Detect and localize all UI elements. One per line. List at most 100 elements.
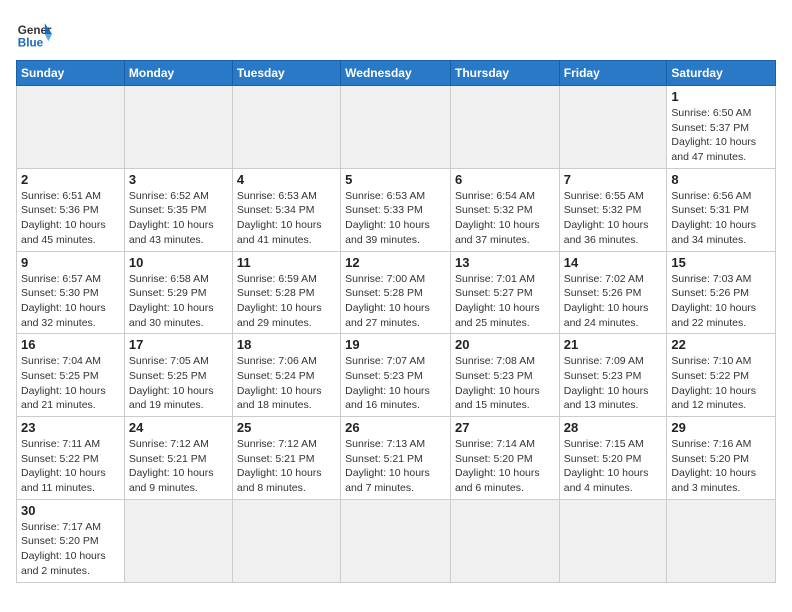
day-info: Sunrise: 6:53 AMSunset: 5:33 PMDaylight:…	[345, 189, 446, 248]
calendar-week-5: 23 Sunrise: 7:11 AMSunset: 5:22 PMDayligh…	[17, 417, 776, 500]
day-number: 25	[237, 420, 336, 435]
calendar-cell: 2 Sunrise: 6:51 AMSunset: 5:36 PMDaylight…	[17, 168, 125, 251]
calendar-cell: 4 Sunrise: 6:53 AMSunset: 5:34 PMDaylight…	[232, 168, 340, 251]
day-number: 9	[21, 255, 120, 270]
day-info: Sunrise: 6:58 AMSunset: 5:29 PMDaylight:…	[129, 272, 228, 331]
calendar-cell: 23 Sunrise: 7:11 AMSunset: 5:22 PMDayligh…	[17, 417, 125, 500]
day-number: 14	[564, 255, 663, 270]
calendar-cell: 29Sunrise: 7:16 AMSunset: 5:20 PMDayligh…	[667, 417, 776, 500]
calendar-cell: 18 Sunrise: 7:06 AMSunset: 5:24 PMDayligh…	[232, 334, 340, 417]
day-info: Sunrise: 7:10 AMSunset: 5:22 PMDaylight:…	[671, 354, 771, 413]
calendar-cell: 25 Sunrise: 7:12 AMSunset: 5:21 PMDayligh…	[232, 417, 340, 500]
day-number: 20	[455, 337, 555, 352]
calendar-cell: 22 Sunrise: 7:10 AMSunset: 5:22 PMDayligh…	[667, 334, 776, 417]
calendar: SundayMondayTuesdayWednesdayThursdayFrid…	[16, 60, 776, 583]
day-info: Sunrise: 7:03 AMSunset: 5:26 PMDaylight:…	[671, 272, 771, 331]
day-number: 11	[237, 255, 336, 270]
weekday-header-monday: Monday	[124, 61, 232, 86]
day-number: 12	[345, 255, 446, 270]
calendar-cell: 15 Sunrise: 7:03 AMSunset: 5:26 PMDayligh…	[667, 251, 776, 334]
calendar-week-2: 2 Sunrise: 6:51 AMSunset: 5:36 PMDaylight…	[17, 168, 776, 251]
day-number: 5	[345, 172, 446, 187]
calendar-cell	[450, 86, 559, 169]
calendar-week-4: 16 Sunrise: 7:04 AMSunset: 5:25 PMDayligh…	[17, 334, 776, 417]
day-number: 13	[455, 255, 555, 270]
calendar-cell	[341, 499, 451, 582]
calendar-cell: 20 Sunrise: 7:08 AMSunset: 5:23 PMDayligh…	[450, 334, 559, 417]
day-number: 17	[129, 337, 228, 352]
calendar-cell: 30 Sunrise: 7:17 AMSunset: 5:20 PMDayligh…	[17, 499, 125, 582]
calendar-week-1: 1 Sunrise: 6:50 AMSunset: 5:37 PMDaylight…	[17, 86, 776, 169]
page-header: General Blue	[16, 16, 776, 52]
calendar-cell: 1 Sunrise: 6:50 AMSunset: 5:37 PMDaylight…	[667, 86, 776, 169]
day-number: 10	[129, 255, 228, 270]
day-number: 19	[345, 337, 446, 352]
calendar-cell: 7 Sunrise: 6:55 AMSunset: 5:32 PMDaylight…	[559, 168, 667, 251]
day-number: 30	[21, 503, 120, 518]
day-number: 15	[671, 255, 771, 270]
day-number: 23	[21, 420, 120, 435]
day-info: Sunrise: 7:02 AMSunset: 5:26 PMDaylight:…	[564, 272, 663, 331]
calendar-cell: 17 Sunrise: 7:05 AMSunset: 5:25 PMDayligh…	[124, 334, 232, 417]
calendar-cell	[17, 86, 125, 169]
day-number: 18	[237, 337, 336, 352]
calendar-cell: 21 Sunrise: 7:09 AMSunset: 5:23 PMDayligh…	[559, 334, 667, 417]
day-info: Sunrise: 7:11 AMSunset: 5:22 PMDaylight:…	[21, 437, 120, 496]
day-info: Sunrise: 7:14 AMSunset: 5:20 PMDaylight:…	[455, 437, 555, 496]
day-number: 21	[564, 337, 663, 352]
day-info: Sunrise: 7:04 AMSunset: 5:25 PMDaylight:…	[21, 354, 120, 413]
day-info: Sunrise: 7:15 AMSunset: 5:20 PMDaylight:…	[564, 437, 663, 496]
calendar-cell	[450, 499, 559, 582]
day-info: Sunrise: 6:50 AMSunset: 5:37 PMDaylight:…	[671, 106, 771, 165]
calendar-cell	[341, 86, 451, 169]
day-info: Sunrise: 7:00 AMSunset: 5:28 PMDaylight:…	[345, 272, 446, 331]
weekday-header-saturday: Saturday	[667, 61, 776, 86]
day-info: Sunrise: 7:13 AMSunset: 5:21 PMDaylight:…	[345, 437, 446, 496]
day-info: Sunrise: 7:09 AMSunset: 5:23 PMDaylight:…	[564, 354, 663, 413]
calendar-cell: 13Sunrise: 7:01 AMSunset: 5:27 PMDayligh…	[450, 251, 559, 334]
day-number: 29	[671, 420, 771, 435]
calendar-cell	[559, 86, 667, 169]
day-info: Sunrise: 7:17 AMSunset: 5:20 PMDaylight:…	[21, 520, 120, 579]
calendar-cell: 8Sunrise: 6:56 AMSunset: 5:31 PMDaylight…	[667, 168, 776, 251]
calendar-cell: 19Sunrise: 7:07 AMSunset: 5:23 PMDayligh…	[341, 334, 451, 417]
day-number: 27	[455, 420, 555, 435]
calendar-cell: 9Sunrise: 6:57 AMSunset: 5:30 PMDaylight…	[17, 251, 125, 334]
calendar-cell: 10 Sunrise: 6:58 AMSunset: 5:29 PMDayligh…	[124, 251, 232, 334]
day-info: Sunrise: 6:51 AMSunset: 5:36 PMDaylight:…	[21, 189, 120, 248]
day-number: 6	[455, 172, 555, 187]
day-info: Sunrise: 7:05 AMSunset: 5:25 PMDaylight:…	[129, 354, 228, 413]
calendar-cell: 26 Sunrise: 7:13 AMSunset: 5:21 PMDayligh…	[341, 417, 451, 500]
day-info: Sunrise: 6:59 AMSunset: 5:28 PMDaylight:…	[237, 272, 336, 331]
day-info: Sunrise: 7:08 AMSunset: 5:23 PMDaylight:…	[455, 354, 555, 413]
calendar-cell	[559, 499, 667, 582]
calendar-cell: 16 Sunrise: 7:04 AMSunset: 5:25 PMDayligh…	[17, 334, 125, 417]
day-info: Sunrise: 7:12 AMSunset: 5:21 PMDaylight:…	[237, 437, 336, 496]
day-info: Sunrise: 6:55 AMSunset: 5:32 PMDaylight:…	[564, 189, 663, 248]
day-info: Sunrise: 6:52 AMSunset: 5:35 PMDaylight:…	[129, 189, 228, 248]
day-info: Sunrise: 6:53 AMSunset: 5:34 PMDaylight:…	[237, 189, 336, 248]
calendar-cell: 5 Sunrise: 6:53 AMSunset: 5:33 PMDaylight…	[341, 168, 451, 251]
calendar-cell: 14 Sunrise: 7:02 AMSunset: 5:26 PMDayligh…	[559, 251, 667, 334]
day-number: 4	[237, 172, 336, 187]
day-number: 16	[21, 337, 120, 352]
weekday-header-tuesday: Tuesday	[232, 61, 340, 86]
weekday-header-wednesday: Wednesday	[341, 61, 451, 86]
calendar-cell: 3Sunrise: 6:52 AMSunset: 5:35 PMDaylight…	[124, 168, 232, 251]
day-number: 2	[21, 172, 120, 187]
calendar-cell	[232, 86, 340, 169]
day-info: Sunrise: 6:56 AMSunset: 5:31 PMDaylight:…	[671, 189, 771, 248]
calendar-cell	[124, 499, 232, 582]
logo-icon: General Blue	[16, 16, 52, 52]
day-number: 24	[129, 420, 228, 435]
day-info: Sunrise: 6:54 AMSunset: 5:32 PMDaylight:…	[455, 189, 555, 248]
weekday-header-thursday: Thursday	[450, 61, 559, 86]
day-info: Sunrise: 7:06 AMSunset: 5:24 PMDaylight:…	[237, 354, 336, 413]
calendar-cell: 28Sunrise: 7:15 AMSunset: 5:20 PMDayligh…	[559, 417, 667, 500]
day-number: 1	[671, 89, 771, 104]
day-number: 22	[671, 337, 771, 352]
weekday-header-sunday: Sunday	[17, 61, 125, 86]
day-number: 26	[345, 420, 446, 435]
day-number: 7	[564, 172, 663, 187]
calendar-cell: 6 Sunrise: 6:54 AMSunset: 5:32 PMDaylight…	[450, 168, 559, 251]
